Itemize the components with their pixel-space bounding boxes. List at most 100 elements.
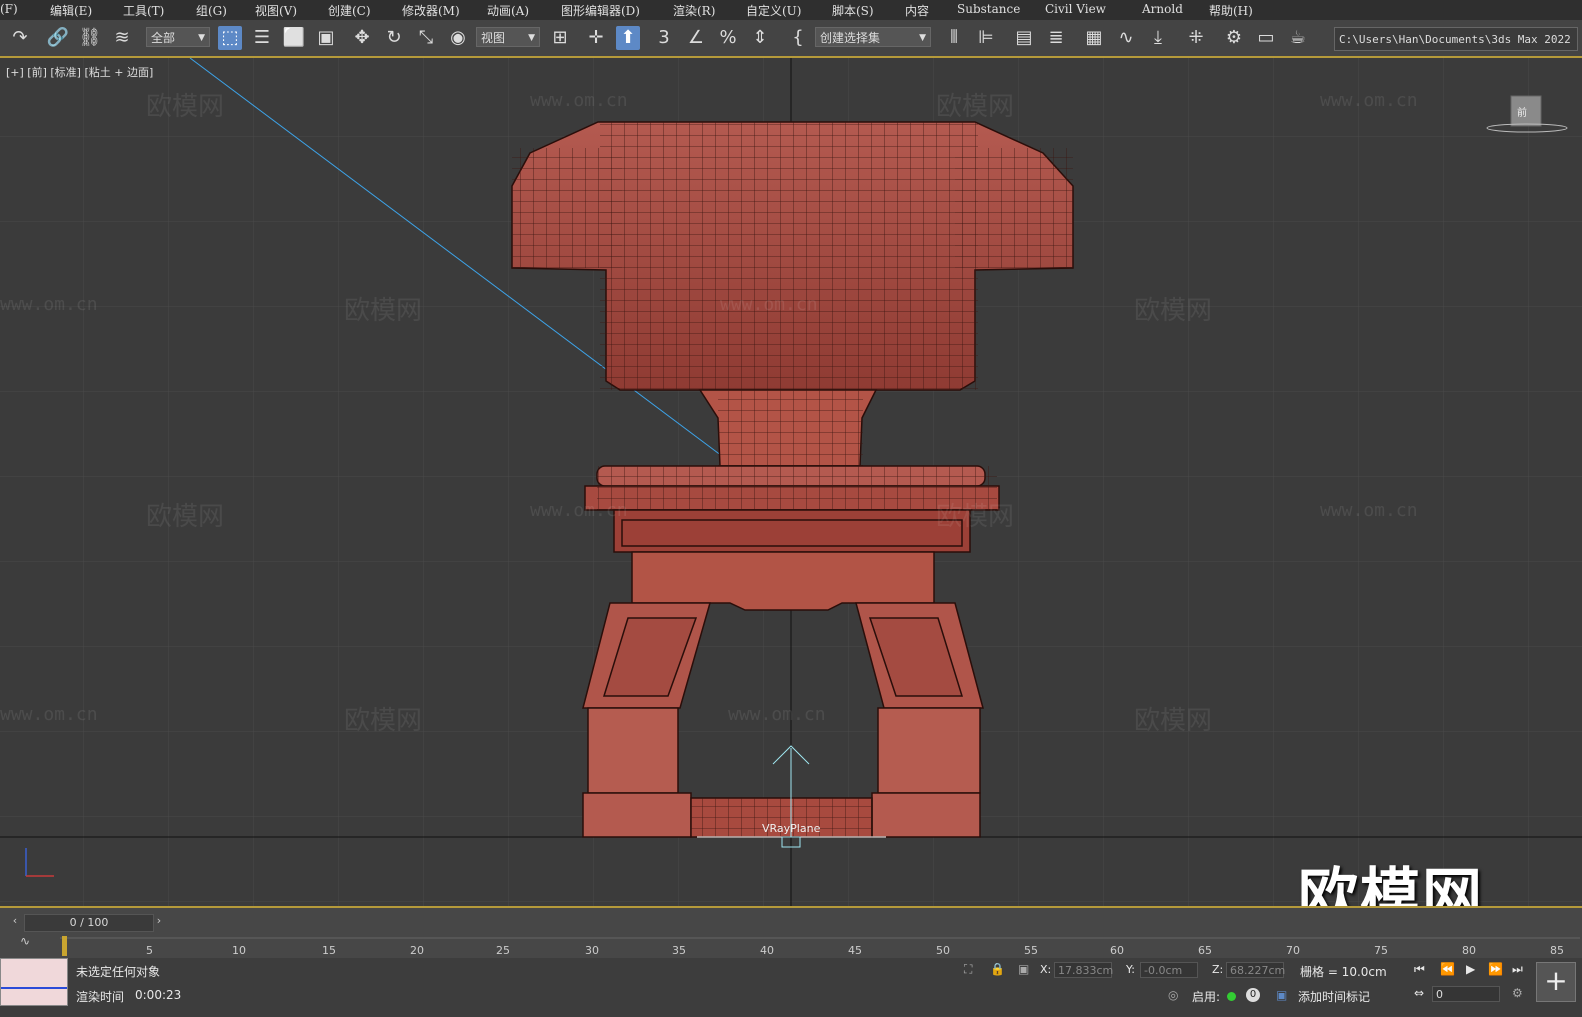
- menu-modifiers[interactable]: 修改器(M): [402, 2, 460, 19]
- time-tag-icon[interactable]: ▣: [1276, 988, 1287, 1002]
- adaptive-degradation-icon[interactable]: ◎: [1168, 988, 1178, 1002]
- redo-icon[interactable]: ↷: [8, 26, 32, 50]
- lock-icon[interactable]: 🔒: [990, 962, 1005, 976]
- menu-rendering[interactable]: 渲染(R): [673, 2, 715, 19]
- select-manipulate-icon[interactable]: ✛: [584, 26, 608, 50]
- menu-scripting[interactable]: 脚本(S): [832, 2, 874, 19]
- window-crossing-icon[interactable]: ▣: [314, 26, 338, 50]
- edit-named-selection-icon[interactable]: {: [786, 26, 810, 50]
- rect-selection-icon[interactable]: ⬜: [282, 26, 306, 50]
- ribbon-toggle-icon[interactable]: ▦: [1082, 26, 1106, 50]
- tick-label: 75: [1374, 944, 1388, 957]
- current-frame-field[interactable]: 0: [1432, 986, 1500, 1002]
- watermark-url: www.om.cn: [0, 294, 98, 315]
- timeline: ‹ 0 / 100 › ∿ 5 10 15 20 25 30 35 40 45 …: [0, 906, 1582, 958]
- menu-substance[interactable]: Substance: [957, 2, 1020, 16]
- menu-view[interactable]: 视图(V): [255, 2, 297, 19]
- project-path-field[interactable]: C:\Users\Han\Documents\3ds Max 2022: [1334, 27, 1578, 51]
- tick-label: 30: [585, 944, 599, 957]
- main-toolbar: ↷ 🔗 ⛓ ≋ 全部 ▼ ⬚ ☰ ⬜ ▣ ✥ ↻ ⤡ ◉ 视图 ▼ ⊞ ✛ ⬆ 3 …: [0, 20, 1582, 58]
- tick-label: 80: [1462, 944, 1476, 957]
- link-icon[interactable]: 🔗: [46, 26, 70, 50]
- select-object-icon[interactable]: ⬚: [218, 26, 242, 50]
- render-production-icon[interactable]: ☕: [1286, 26, 1310, 50]
- watermark-url: www.om.cn: [1320, 90, 1418, 111]
- move-icon[interactable]: ✥: [350, 26, 374, 50]
- front-viewport[interactable]: [+] [前] [标准] [粘土 + 边面] 欧模网 www.om.cn 欧模网…: [0, 58, 1582, 906]
- menu-edit[interactable]: 编辑(E): [50, 2, 92, 19]
- keyboard-shortcut-override-icon[interactable]: ⬆: [616, 26, 640, 50]
- menu-animation[interactable]: 动画(A): [487, 2, 529, 19]
- menu-file[interactable]: (F): [0, 2, 18, 16]
- key-mode-icon[interactable]: ⇔: [1414, 986, 1424, 1000]
- menu-content[interactable]: 内容: [905, 2, 929, 19]
- select-by-name-icon[interactable]: ☰: [250, 26, 274, 50]
- watermark-url: www.om.cn: [530, 90, 628, 111]
- material-editor-icon[interactable]: ⁜: [1184, 26, 1208, 50]
- menu-tools[interactable]: 工具(T): [123, 2, 164, 19]
- align-icon[interactable]: ⊫: [974, 26, 998, 50]
- time-config-icon[interactable]: ⚙: [1512, 986, 1523, 1000]
- menu-arnold[interactable]: Arnold: [1142, 2, 1183, 16]
- tick-label: 10: [232, 944, 246, 957]
- x-coordinate-field[interactable]: 17.833cm: [1054, 962, 1113, 978]
- tick-label: 65: [1198, 944, 1212, 957]
- viewcube-face-label[interactable]: 前: [1517, 104, 1527, 119]
- time-ruler[interactable]: 5 10 15 20 25 30 35 40 45 50 55 60 65 70…: [60, 936, 1580, 958]
- rendered-frame-window-icon[interactable]: ▭: [1254, 26, 1278, 50]
- next-frame-icon[interactable]: ›: [152, 914, 166, 930]
- menu-create[interactable]: 创建(C): [328, 2, 371, 19]
- percent-snap-icon[interactable]: %: [716, 26, 740, 50]
- time-slider[interactable]: 0 / 100: [24, 914, 154, 932]
- scene-explorer-icon[interactable]: ▤: [1012, 26, 1036, 50]
- y-coordinate-field[interactable]: -0.0cm: [1140, 962, 1198, 978]
- selection-filter-dropdown[interactable]: 全部 ▼: [146, 27, 210, 47]
- prev-key-icon[interactable]: ⏪: [1440, 962, 1455, 976]
- spinner-snap-icon[interactable]: ⇕: [748, 26, 772, 50]
- bind-space-warp-icon[interactable]: ≋: [110, 26, 134, 50]
- viewport-maximize-icon[interactable]: +: [1536, 962, 1576, 1002]
- next-key-icon[interactable]: ⏩: [1488, 962, 1503, 976]
- z-coordinate-field[interactable]: 68.227cm: [1226, 962, 1285, 978]
- add-time-tag[interactable]: 添加时间标记: [1298, 988, 1370, 1005]
- tick-label: 70: [1286, 944, 1300, 957]
- scale-icon[interactable]: ⤡: [414, 26, 438, 50]
- place-icon[interactable]: ◉: [446, 26, 470, 50]
- selection-info: 未选定任何对象: [76, 965, 161, 979]
- snaps-toggle-icon[interactable]: 3: [652, 26, 676, 50]
- mirror-icon[interactable]: ⫴: [942, 26, 966, 50]
- watermark-url: www.om.cn: [1320, 500, 1418, 521]
- menu-customize[interactable]: 自定义(U): [746, 2, 801, 19]
- schematic-view-icon[interactable]: ⤓: [1146, 26, 1170, 50]
- named-selection-dropdown[interactable]: 创建选择集 ▼: [815, 27, 931, 47]
- x-label: X:: [1040, 963, 1052, 976]
- menu-civil-view[interactable]: Civil View: [1045, 2, 1106, 16]
- absolute-mode-icon[interactable]: ▣: [1018, 962, 1029, 976]
- menu-help[interactable]: 帮助(H): [1209, 2, 1253, 19]
- prev-frame-icon[interactable]: ‹: [8, 914, 22, 930]
- menu-graph-editors[interactable]: 图形编辑器(D): [561, 2, 640, 19]
- play-icon[interactable]: ▶: [1466, 962, 1475, 976]
- rotate-icon[interactable]: ↻: [382, 26, 406, 50]
- viewport-label[interactable]: [+] [前] [标准] [粘土 + 边面]: [6, 64, 153, 80]
- mini-curve-editor-icon[interactable]: ∿: [20, 934, 30, 948]
- enable-count-badge: 0: [1246, 988, 1260, 1002]
- curve-editor-icon[interactable]: ∿: [1114, 26, 1138, 50]
- status-indicator-icon: [1227, 992, 1236, 1001]
- watermark-url: www.om.cn: [0, 704, 98, 725]
- render-setup-icon[interactable]: ⚙: [1222, 26, 1246, 50]
- maxscript-listener-mini[interactable]: [0, 958, 68, 1006]
- grid-size: 栅格 = 10.0cm: [1300, 965, 1387, 979]
- watermark: 欧模网: [1134, 706, 1213, 736]
- go-to-start-icon[interactable]: ⏮: [1414, 962, 1425, 977]
- go-to-end-icon[interactable]: ⏭: [1512, 962, 1523, 977]
- isolate-selection-icon[interactable]: ⛶: [964, 962, 972, 977]
- coord-system-dropdown[interactable]: 视图 ▼: [476, 27, 540, 47]
- ruler-ticks: [60, 936, 1580, 956]
- menu-group[interactable]: 组(G): [196, 2, 227, 19]
- watermark: 欧模网: [1134, 296, 1213, 326]
- angle-snap-icon[interactable]: ∠: [684, 26, 708, 50]
- pivot-center-icon[interactable]: ⊞: [548, 26, 572, 50]
- layer-explorer-icon[interactable]: ≣: [1044, 26, 1068, 50]
- unlink-icon[interactable]: ⛓: [78, 26, 102, 50]
